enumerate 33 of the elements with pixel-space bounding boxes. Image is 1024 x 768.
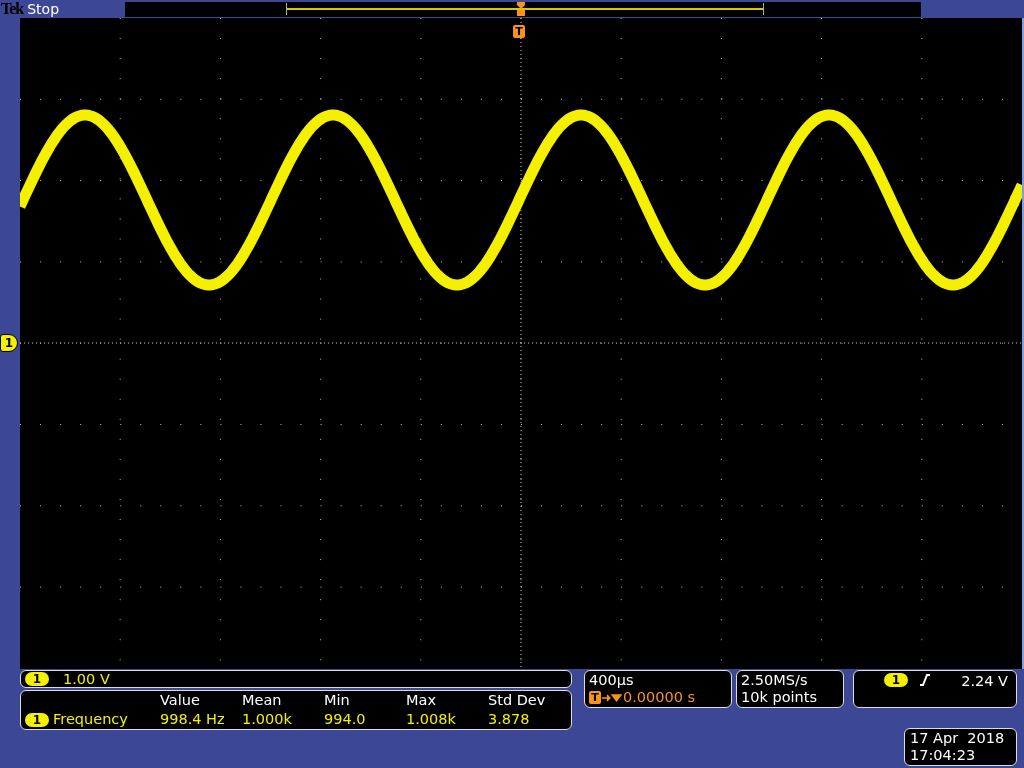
channel-badge: 1 [25, 672, 49, 686]
time: 17:04:23 [910, 747, 977, 764]
column-header: Std Dev [488, 692, 547, 709]
vertical-scale: 1.00 V [63, 670, 110, 688]
measurement-name: Frequency [53, 711, 128, 728]
column-header: Max [406, 692, 437, 709]
trigger-readout[interactable]: 1 2.24 V [853, 670, 1017, 708]
measurement-value: 994.0 [324, 711, 367, 728]
channel-badge: 1 [884, 673, 908, 687]
trigger-marker[interactable]: T [513, 25, 525, 38]
column-header: Value [160, 692, 201, 709]
channel-badge: 1 [25, 712, 49, 727]
sample-rate: 2.50MS/s [741, 672, 809, 689]
trigger-level: 2.24 V [961, 673, 1008, 690]
trigger-marker-icon [516, 1, 527, 17]
logo: Tek [1, 0, 24, 18]
horizontal-scale: 400µs [589, 672, 635, 689]
timebase-readout[interactable]: 400µs T 0.00000 s [584, 670, 732, 708]
date: 17 Apr 2018 [910, 730, 1006, 747]
channel-readout[interactable]: 1 1.00 V [20, 670, 572, 688]
run-state: Stop [27, 0, 61, 18]
measurement-value: 1.008k [406, 711, 457, 728]
acquisition-readout[interactable]: 2.50MS/s 10k points [736, 670, 844, 708]
column-header: Min [324, 692, 351, 709]
trigger-badge: T [589, 691, 601, 704]
record-length: 10k points [741, 689, 818, 706]
measurement-value: 3.878 [488, 711, 531, 728]
measurement-value: 998.4 Hz [160, 711, 226, 728]
trigger-position: 0.00000 s [623, 689, 696, 706]
channel-marker[interactable]: 1 [0, 334, 18, 352]
measurement-value: 1.000k [242, 711, 293, 728]
rising-edge-icon [920, 673, 930, 687]
column-header: Mean [242, 692, 283, 709]
